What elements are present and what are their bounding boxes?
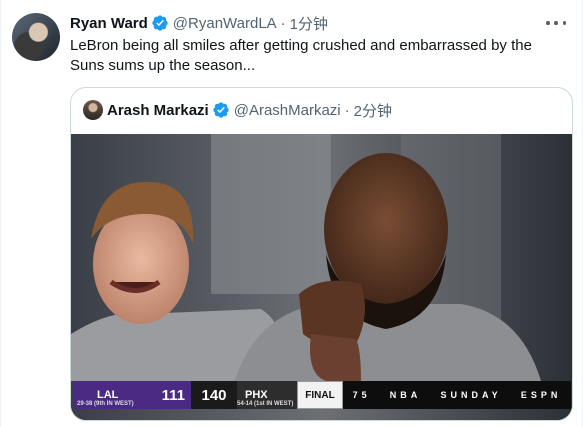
video-still[interactable]: LAL 111 140 PHX FINAL 75 NBA SUNDAY ESPN…: [71, 134, 572, 420]
away-record: 54-14 (1st IN WEST): [237, 401, 294, 407]
more-options-icon[interactable]: [546, 14, 566, 32]
league-logo: NBA: [389, 390, 422, 400]
home-record: 29-38 (9th IN WEST): [77, 401, 134, 407]
anniversary-logo: 75: [352, 390, 371, 400]
home-team-label: LAL: [97, 389, 119, 401]
quoted-tweet[interactable]: Arash Markazi @ArashMarkazi · 2分钟 LAL 11…: [70, 87, 573, 421]
author-name[interactable]: Ryan Ward: [70, 15, 148, 32]
tweet-timestamp[interactable]: 1分钟: [290, 13, 328, 34]
game-status: FINAL: [297, 381, 343, 409]
quoted-author-avatar[interactable]: [83, 100, 103, 120]
tweet-header: Ryan Ward @RyanWardLA · 1分钟: [70, 13, 328, 33]
quoted-tweet-header: Arash Markazi @ArashMarkazi · 2分钟: [83, 100, 392, 120]
network-logo: ESPN: [520, 390, 562, 400]
quoted-author-name[interactable]: Arash Markazi: [107, 102, 209, 119]
author-avatar[interactable]: [12, 13, 60, 61]
separator-dot: ·: [280, 14, 286, 32]
separator-dot: ·: [344, 101, 350, 119]
away-score: 140: [191, 381, 237, 409]
quoted-tweet-timestamp[interactable]: 2分钟: [354, 100, 392, 121]
day-label: SUNDAY: [440, 390, 502, 400]
quoted-author-handle[interactable]: @ArashMarkazi: [234, 102, 341, 119]
home-score: 111: [161, 386, 185, 404]
video-frame-image: [71, 134, 572, 420]
tweet-card[interactable]: Ryan Ward @RyanWardLA · 1分钟 LeBron being…: [0, 0, 583, 427]
broadcast-branding: 75 NBA SUNDAY ESPN: [343, 381, 571, 409]
tweet-text: LeBron being all smiles after getting cr…: [70, 37, 532, 74]
author-handle[interactable]: @RyanWardLA: [173, 15, 277, 32]
verified-badge-icon: [213, 102, 229, 118]
verified-badge-icon: [152, 15, 168, 31]
scorebug: LAL 111 140 PHX FINAL 75 NBA SUNDAY ESPN…: [73, 381, 571, 409]
